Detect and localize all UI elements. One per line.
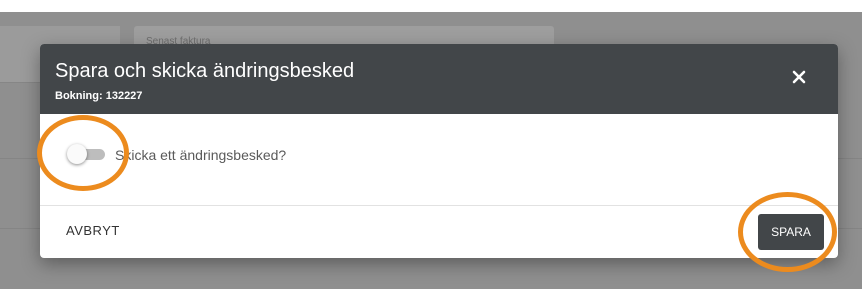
dialog-body: Skicka ett ändringsbesked? [40, 114, 838, 204]
dialog-header: Spara och skicka ändringsbesked Bokning:… [40, 44, 838, 114]
dialog-title: Spara och skicka ändringsbesked [55, 60, 355, 82]
cancel-button[interactable]: AVBRYT [66, 223, 120, 238]
close-button[interactable] [784, 64, 814, 94]
booking-number: Bokning: 132227 [55, 90, 143, 102]
send-notice-toggle[interactable] [67, 144, 105, 164]
save-dialog: Spara och skicka ändringsbesked Bokning:… [40, 44, 838, 258]
save-button[interactable]: SPARA [758, 214, 824, 250]
background-top-bar [0, 0, 862, 12]
toggle-knob [67, 144, 87, 164]
close-icon [792, 70, 806, 89]
send-notice-label: Skicka ett ändringsbesked? [115, 147, 287, 163]
dialog-footer: AVBRYT SPARA [40, 206, 838, 258]
